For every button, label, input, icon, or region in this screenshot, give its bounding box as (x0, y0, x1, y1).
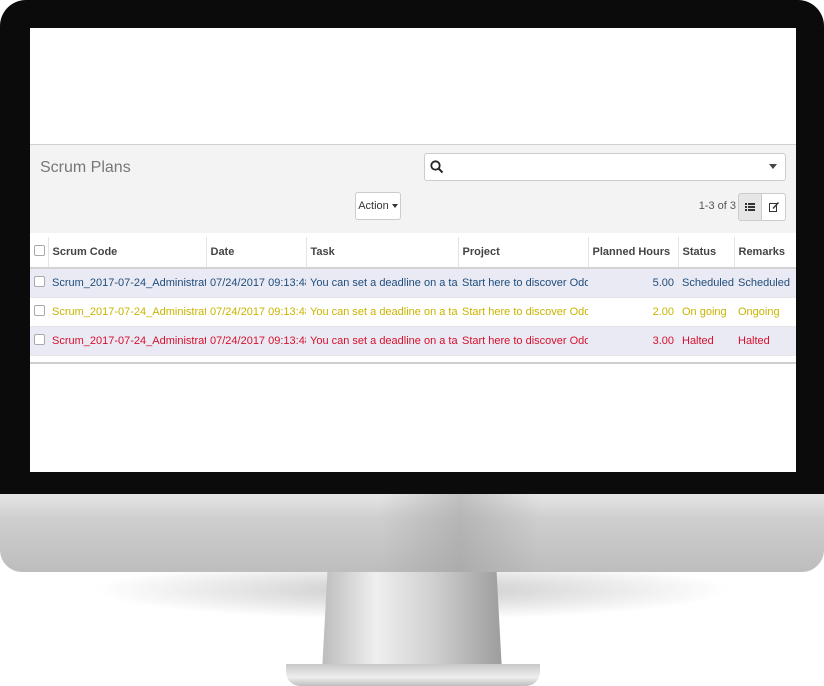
cell-scrum-code: Scrum_2017-07-24_Administrator (48, 268, 206, 298)
select-all-checkbox[interactable] (30, 237, 49, 269)
column-header-task[interactable]: Task (306, 237, 459, 269)
cell-status: Halted (678, 326, 734, 356)
row-checkbox[interactable] (30, 326, 48, 356)
column-header-planned-hours[interactable]: Planned Hours (588, 237, 679, 269)
column-header-remarks[interactable]: Remarks (734, 237, 796, 269)
search-icon (430, 160, 444, 174)
action-button[interactable]: Action (355, 192, 401, 220)
column-header-project[interactable]: Project (458, 237, 589, 269)
cell-project: Start here to discover Odoo (458, 297, 588, 327)
cell-date: 07/24/2017 09:13:48 (206, 268, 306, 298)
table-row[interactable]: Scrum_2017-07-24_Administrator 07/24/201… (30, 297, 796, 327)
column-header-scrum-code[interactable]: Scrum Code (48, 237, 207, 269)
scrum-plans-table: Scrum Code Date Task Project Planned Hou… (30, 237, 796, 364)
table-footer (30, 355, 796, 364)
cell-remarks: Scheduled (734, 268, 796, 298)
table-row[interactable]: Scrum_2017-07-24_Administrator 07/24/201… (30, 268, 796, 298)
view-switcher (738, 193, 786, 221)
cell-scrum-code: Scrum_2017-07-24_Administrator (48, 297, 206, 327)
form-view-button[interactable] (762, 193, 786, 221)
table-row[interactable]: Scrum_2017-07-24_Administrator 07/24/201… (30, 326, 796, 356)
cell-planned-hours: 2.00 (588, 297, 678, 327)
cell-task: You can set a deadline on a task (306, 268, 458, 298)
search-input[interactable] (424, 153, 786, 181)
control-panel: Scrum Plans Action 1-3 of 3 (30, 144, 796, 233)
column-header-date[interactable]: Date (206, 237, 307, 269)
monitor-stand-neck (322, 572, 502, 672)
row-checkbox[interactable] (30, 268, 48, 298)
monitor-chin (0, 494, 824, 572)
cell-date: 07/24/2017 09:13:48 (206, 297, 306, 327)
cell-planned-hours: 3.00 (588, 326, 678, 356)
list-view-button[interactable] (738, 193, 762, 221)
column-header-status[interactable]: Status (678, 237, 735, 269)
cell-scrum-code: Scrum_2017-07-24_Administrator (48, 326, 206, 356)
cell-remarks: Halted (734, 326, 796, 356)
cell-remarks: Ongoing (734, 297, 796, 327)
screen: Scrum Plans Action 1-3 of 3 Scrum Code D… (30, 28, 796, 472)
cell-task: You can set a deadline on a task (306, 326, 458, 356)
cell-date: 07/24/2017 09:13:48 (206, 326, 306, 356)
monitor-stand-foot (286, 664, 540, 686)
cell-planned-hours: 5.00 (588, 268, 678, 298)
cell-status: Scheduled (678, 268, 734, 298)
cell-project: Start here to discover Odoo (458, 268, 588, 298)
list-view-icon (745, 203, 755, 211)
cell-task: You can set a deadline on a task (306, 297, 458, 327)
pager-value[interactable]: 1-3 of 3 (699, 200, 736, 212)
action-button-label: Action (358, 200, 389, 212)
caret-down-icon (391, 204, 398, 208)
row-checkbox[interactable] (30, 297, 48, 327)
edit-icon (768, 202, 779, 212)
cell-project: Start here to discover Odoo (458, 326, 588, 356)
table-header-row: Scrum Code Date Task Project Planned Hou… (30, 237, 796, 269)
search-dropdown-caret-icon[interactable] (769, 164, 777, 169)
page-title: Scrum Plans (40, 159, 131, 176)
cell-status: On going (678, 297, 734, 327)
